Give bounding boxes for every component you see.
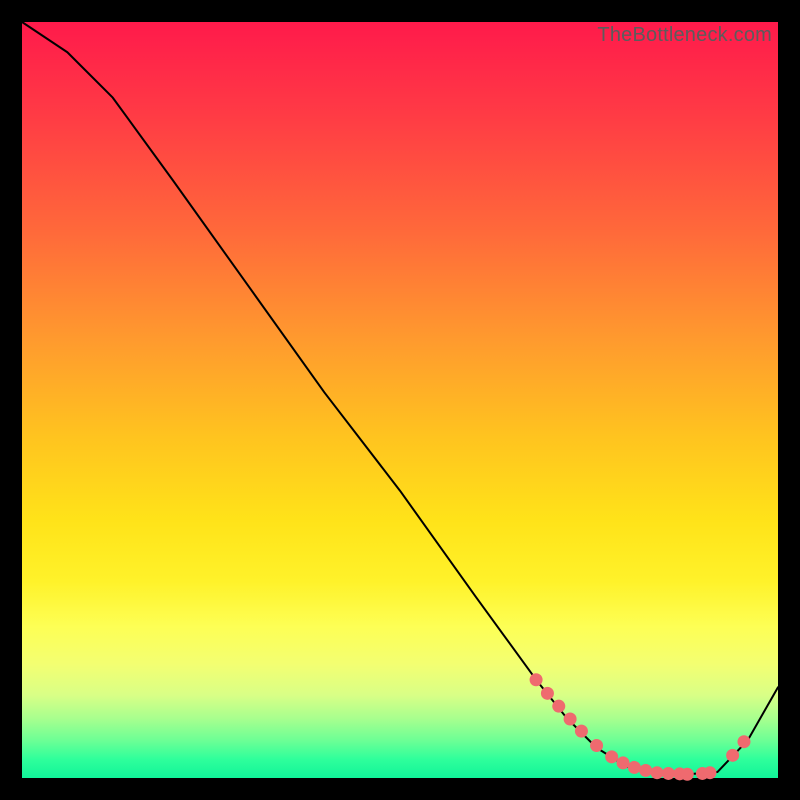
data-point xyxy=(552,700,565,713)
data-point xyxy=(639,764,652,777)
data-point xyxy=(617,756,630,769)
watermark-text: TheBottleneck.com xyxy=(597,24,772,47)
data-point xyxy=(590,739,603,752)
plot-area: TheBottleneck.com xyxy=(22,22,778,778)
data-point xyxy=(605,750,618,763)
chart-svg xyxy=(22,22,778,778)
chart-stage: TheBottleneck.com xyxy=(0,0,800,800)
data-point xyxy=(703,766,716,779)
data-point xyxy=(628,761,641,774)
data-point xyxy=(737,735,750,748)
data-point xyxy=(651,766,664,779)
data-point xyxy=(681,768,694,781)
curve-path xyxy=(22,22,778,774)
data-point xyxy=(564,713,577,726)
data-point xyxy=(530,673,543,686)
data-point xyxy=(541,687,554,700)
data-point xyxy=(726,749,739,762)
data-point xyxy=(575,725,588,738)
data-point xyxy=(662,767,675,780)
